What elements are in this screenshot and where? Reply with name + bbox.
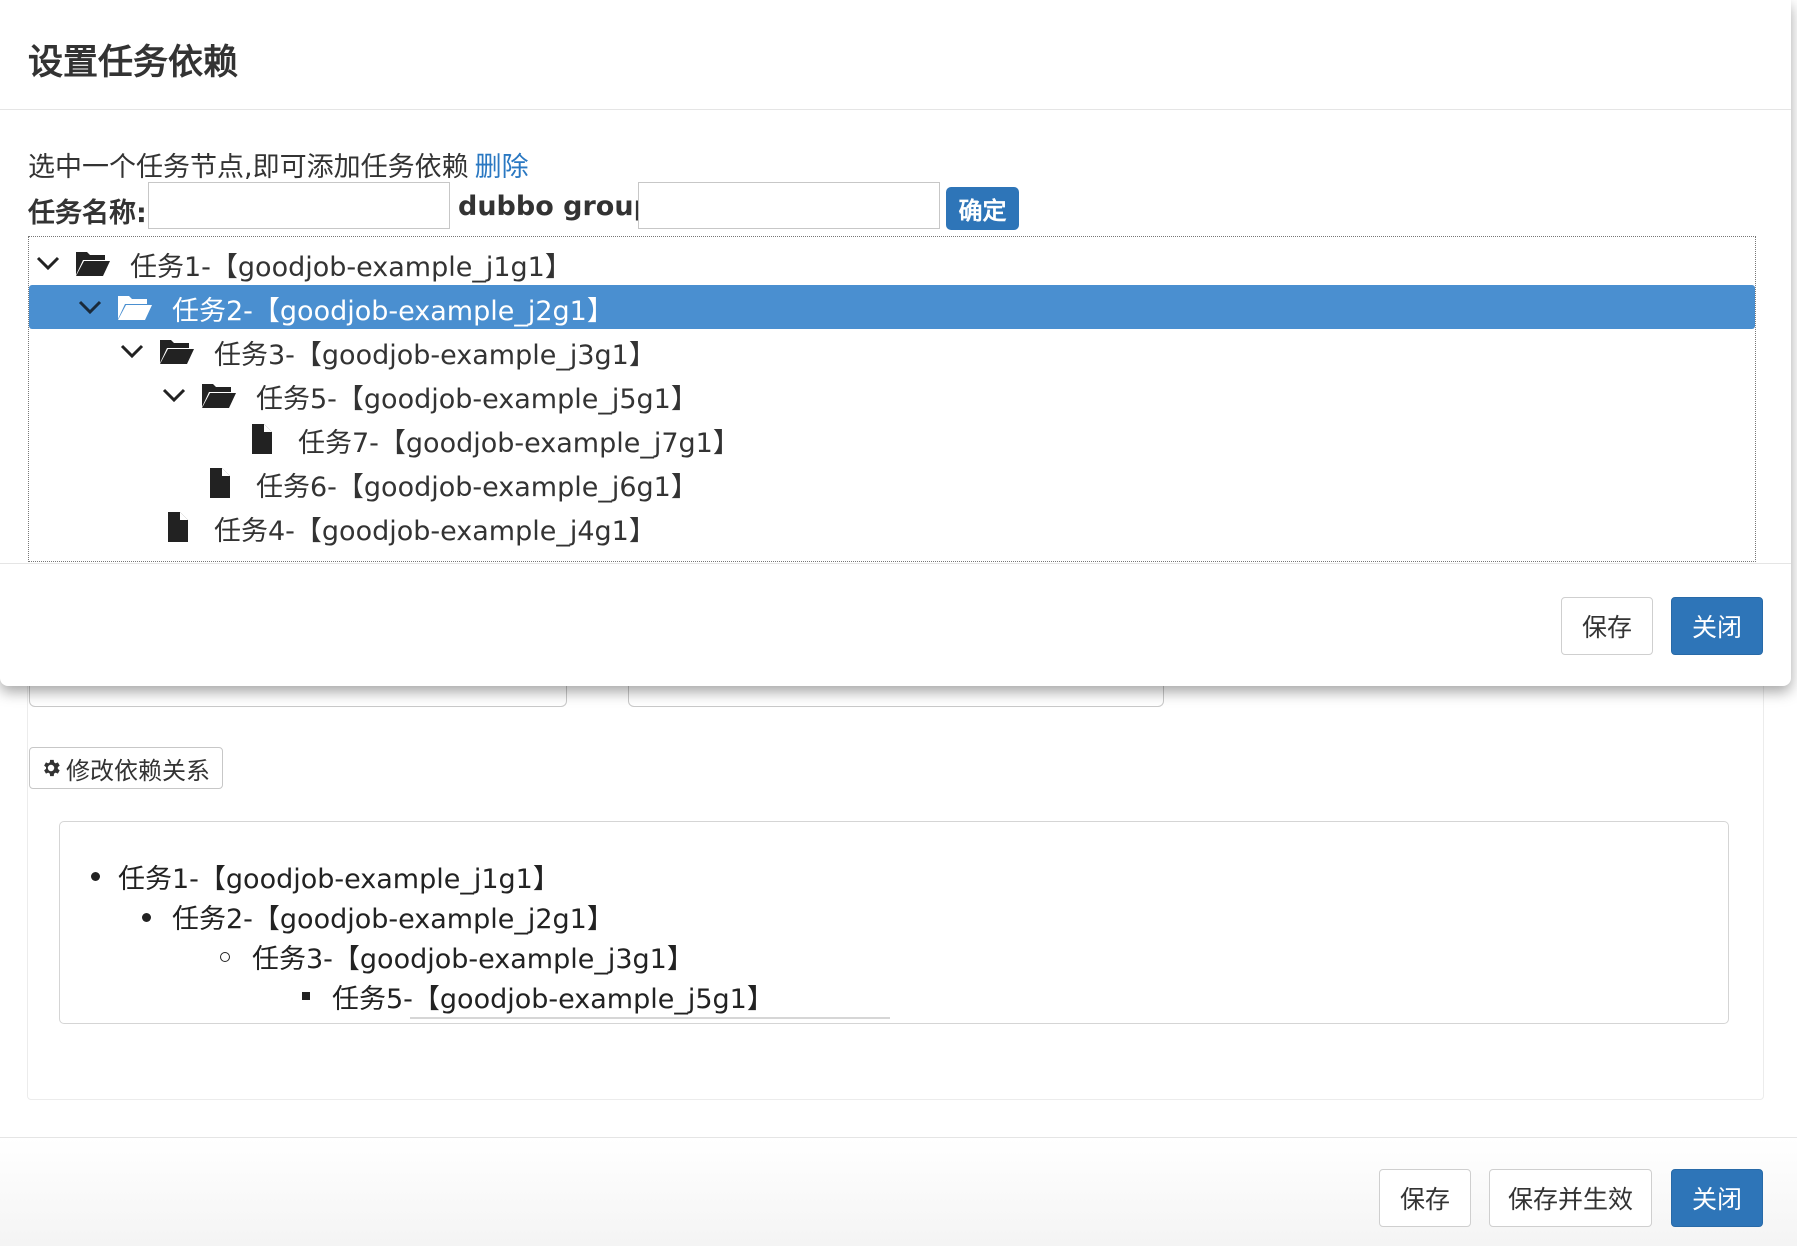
tree-node-label: 任务5-【goodjob-example_j5g1】 bbox=[256, 384, 698, 415]
bullet-disc bbox=[142, 913, 151, 922]
file-icon bbox=[252, 424, 272, 454]
tree-node-label: 任务7-【goodjob-example_j7g1】 bbox=[298, 428, 740, 459]
bullet-disc bbox=[91, 872, 100, 881]
tree-node[interactable]: 任务7-【goodjob-example_j7g1】 bbox=[29, 417, 1755, 461]
folder-open-icon bbox=[76, 252, 110, 276]
edit-dependency-button[interactable]: 修改依赖关系 bbox=[29, 747, 223, 789]
page-scrollbar-track bbox=[1791, 0, 1797, 1246]
footer-save-and-apply-button[interactable]: 保存并生效 bbox=[1489, 1169, 1652, 1227]
modal-title: 设置任务依赖 bbox=[28, 43, 239, 83]
preview-item: 任务3-【goodjob-example_j3g1】 bbox=[252, 944, 694, 975]
chevron-down-icon[interactable] bbox=[119, 338, 145, 364]
tree-node-label: 任务6-【goodjob-example_j6g1】 bbox=[256, 472, 698, 503]
tree-node-label: 任务2-【goodjob-example_j2g1】 bbox=[172, 296, 614, 327]
tree-node-label: 任务3-【goodjob-example_j3g1】 bbox=[214, 340, 656, 371]
preview-item: 任务1-【goodjob-example_j1g1】 bbox=[118, 864, 560, 895]
dependency-preview: 任务1-【goodjob-example_j1g1】 任务2-【goodjob-… bbox=[59, 821, 1729, 1024]
tree-node[interactable]: 任务3-【goodjob-example_j3g1】 bbox=[29, 329, 1755, 373]
hint-text: 选中一个任务节点,即可添加任务依赖 删除 bbox=[28, 145, 529, 184]
folder-open-icon bbox=[160, 340, 194, 364]
edit-dependency-label: 修改依赖关系 bbox=[66, 756, 210, 785]
modal-header-divider bbox=[0, 109, 1791, 110]
tree-node[interactable]: 任务5-【goodjob-example_j5g1】 bbox=[29, 373, 1755, 417]
task-tree: 任务1-【goodjob-example_j1g1】 任务2-【goodjob-… bbox=[28, 236, 1756, 562]
bullet-square bbox=[302, 992, 310, 1000]
gear-icon bbox=[44, 759, 60, 777]
chevron-down-icon[interactable] bbox=[77, 294, 103, 320]
folder-open-icon bbox=[202, 384, 236, 408]
modal-save-button[interactable]: 保存 bbox=[1561, 597, 1653, 655]
chevron-down-icon[interactable] bbox=[35, 250, 61, 276]
preview-item: 任务5-【goodjob-example_j5g1】 bbox=[332, 984, 774, 1015]
delete-link[interactable]: 删除 bbox=[475, 152, 529, 183]
tree-node-label: 任务4-【goodjob-example_j4g1】 bbox=[214, 516, 656, 547]
modal-close-button[interactable]: 关闭 bbox=[1671, 597, 1763, 655]
file-icon bbox=[210, 468, 230, 498]
dependency-modal: 设置任务依赖 选中一个任务节点,即可添加任务依赖 删除 任务名称: dubbo g… bbox=[0, 0, 1791, 686]
confirm-button[interactable]: 确定 bbox=[946, 187, 1019, 230]
file-icon bbox=[168, 512, 188, 542]
dubbo-group-label: dubbo group: bbox=[458, 191, 664, 222]
preview-item: 任务2-【goodjob-example_j2g1】 bbox=[172, 904, 614, 935]
tree-node[interactable]: 任务4-【goodjob-example_j4g1】 bbox=[29, 505, 1755, 549]
tree-node-label: 任务1-【goodjob-example_j1g1】 bbox=[130, 252, 572, 283]
folder-open-icon bbox=[118, 296, 152, 320]
tree-node[interactable]: 任务1-【goodjob-example_j1g1】 bbox=[29, 241, 1755, 285]
modal-footer-divider bbox=[0, 563, 1791, 564]
footer-close-button[interactable]: 关闭 bbox=[1671, 1169, 1763, 1227]
dubbo-group-input[interactable] bbox=[638, 182, 940, 229]
tree-node-selected[interactable]: 任务2-【goodjob-example_j2g1】 bbox=[29, 285, 1755, 329]
task-name-label: 任务名称: bbox=[28, 198, 147, 229]
bullet-circle bbox=[220, 952, 230, 962]
task-name-input[interactable] bbox=[148, 182, 450, 229]
hint-label: 选中一个任务节点,即可添加任务依赖 bbox=[28, 152, 469, 183]
chevron-down-icon[interactable] bbox=[161, 382, 187, 408]
preview-item-clipped bbox=[410, 1017, 890, 1023]
footer-save-button[interactable]: 保存 bbox=[1379, 1169, 1471, 1227]
tree-node[interactable]: 任务6-【goodjob-example_j6g1】 bbox=[29, 461, 1755, 505]
